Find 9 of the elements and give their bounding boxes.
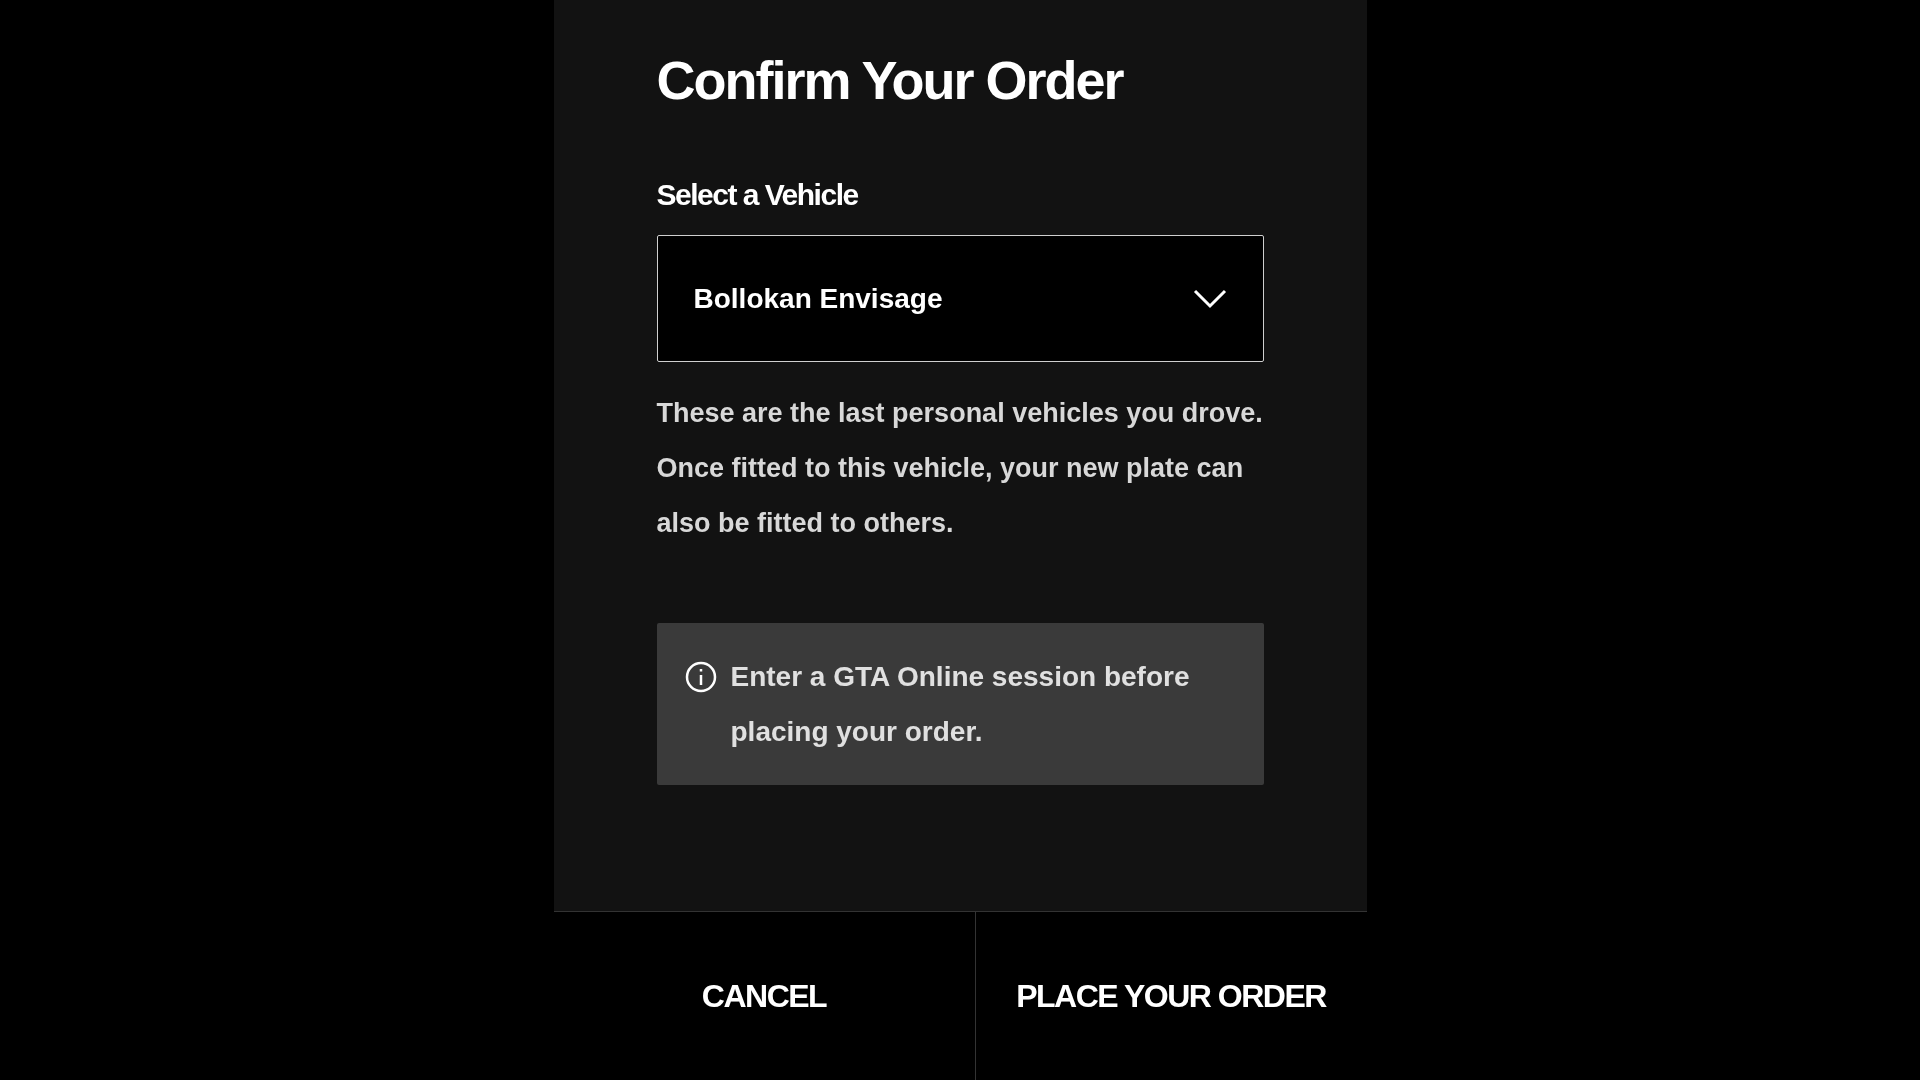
chevron-down-icon xyxy=(1192,288,1227,309)
dialog-title: Confirm Your Order xyxy=(656,49,1125,112)
field-label: Select a Vehicle xyxy=(656,177,859,213)
info-icon xyxy=(684,661,717,693)
description-text: These are the last personal vehicles you drove. Once fitted to this vehicle, your new plate can also be fitted to others. xyxy=(656,397,1264,540)
notice-text: Enter a GTA Online session before placing your order. xyxy=(730,660,1191,749)
vehicle-select[interactable]: Bollokan Envisage xyxy=(656,235,1264,362)
place-order-button[interactable]: PLACE YOUR ORDER xyxy=(975,912,1367,1080)
cancel-button[interactable]: CANCEL xyxy=(553,912,976,1080)
